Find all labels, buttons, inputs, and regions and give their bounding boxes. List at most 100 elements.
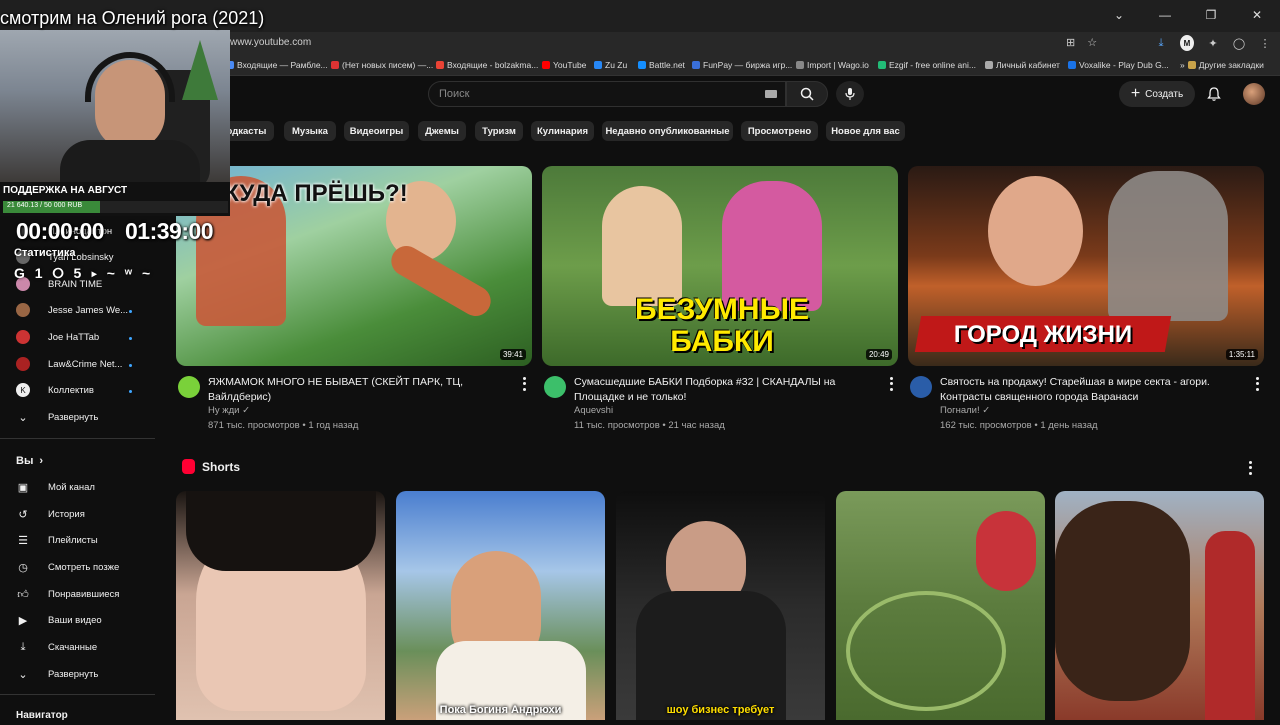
minimize-icon[interactable]: —: [1142, 0, 1188, 30]
video-more-icon[interactable]: [520, 376, 528, 392]
short-thumbnail[interactable]: шоу бизнес требует: [616, 491, 825, 720]
sidebar-item-downloads[interactable]: ⤓ Скачанные: [16, 637, 98, 657]
sidebar-item-history[interactable]: ↺ История: [16, 504, 84, 524]
video-thumbnail[interactable]: ГОРОД ЖИЗНИ 1:35:11: [908, 166, 1264, 366]
new-content-dot: [129, 390, 132, 393]
short-thumbnail[interactable]: [176, 491, 385, 720]
profile-m-icon[interactable]: M: [1180, 35, 1194, 51]
channel-name[interactable]: Погнали! ✓: [940, 405, 990, 416]
voice-search-button[interactable]: [836, 81, 864, 107]
bookmark[interactable]: Zu Zu: [594, 60, 627, 70]
chip[interactable]: Недавно опубликованные: [602, 121, 733, 141]
sidebar-item-your-videos[interactable]: ▶ Ваши видео: [16, 610, 102, 630]
sidebar-item-liked[interactable]: 👍︎ Понравившиеся: [16, 584, 119, 604]
chip[interactable]: Просмотрено: [741, 121, 818, 141]
chip[interactable]: Кулинария: [531, 121, 594, 141]
sidebar-expand-subscriptions[interactable]: ⌄ Развернуть: [16, 407, 98, 427]
channel-name[interactable]: Ну жди ✓: [208, 405, 250, 416]
video-title[interactable]: ЯЖМАМОК МНОГО НЕ БЫВАЕТ (СКЕЙТ ПАРК, ТЦ,…: [208, 375, 508, 405]
sidebar-divider: [0, 694, 155, 695]
sidebar-item-playlists[interactable]: ☰ Плейлисты: [16, 530, 98, 550]
bookmark[interactable]: Входящие - bolzakma...: [436, 60, 538, 70]
short-caption: Пока Богиня Андрюхи: [439, 704, 562, 716]
sidebar-you-header[interactable]: Вы ›: [16, 451, 43, 471]
shorts-icon: [182, 459, 195, 474]
video-meta: 11 тыс. просмотров • 21 час назад: [574, 420, 725, 431]
channel-avatar[interactable]: [544, 376, 566, 398]
search-input[interactable]: Поиск: [428, 81, 786, 107]
thumbs-up-icon: 👍︎: [17, 588, 29, 601]
video-meta: 162 тыс. просмотров • 1 день назад: [940, 420, 1098, 431]
bookmark[interactable]: Voxalike - Play Dub G...: [1068, 60, 1169, 70]
sidebar-subscription[interactable]: Jesse James We...: [16, 300, 128, 320]
channel-avatar[interactable]: [178, 376, 200, 398]
bookmark[interactable]: (Нет новых писем) —...: [331, 60, 433, 70]
sidebar-subscription[interactable]: Law&Crime Net...: [16, 354, 122, 374]
video-more-icon[interactable]: [887, 376, 895, 392]
chip[interactable]: Музыка: [284, 121, 336, 141]
chip[interactable]: Видеоигры: [344, 121, 409, 141]
thumbnail-figure: [988, 176, 1083, 286]
channel-name[interactable]: Aquevshi: [574, 405, 613, 416]
video-icon: ▶: [18, 614, 28, 627]
bookmark[interactable]: Battle.net: [638, 60, 685, 70]
profile-icon[interactable]: ◯: [1232, 35, 1246, 51]
bookmark[interactable]: Ezgif - free online ani...: [878, 60, 976, 70]
microphone-icon: [845, 88, 855, 100]
video-title[interactable]: Святость на продажу! Старейшая в мире се…: [940, 375, 1240, 405]
video-more-icon[interactable]: [1253, 376, 1261, 392]
video-thumbnail[interactable]: БЕЗУМНЫЕ БАБКИ 20:49: [542, 166, 898, 366]
url-field[interactable]: www.youtube.com: [230, 37, 311, 48]
video-title[interactable]: Сумасшедшие БАБКИ Подборка #32 | СКАНДАЛ…: [574, 375, 874, 405]
sidebar-subscription[interactable]: Joe HaTTab: [16, 327, 99, 347]
bookmark[interactable]: Входящие — Рамбле...: [226, 60, 328, 70]
search-icon: [800, 87, 814, 101]
bookmark-star-icon[interactable]: ☆: [1087, 36, 1097, 49]
bookmark[interactable]: Личный кабинет: [985, 60, 1060, 70]
chip[interactable]: Джемы: [418, 121, 466, 141]
video-duration: 20:49: [865, 349, 892, 360]
extensions-icon[interactable]: ✦: [1206, 35, 1220, 51]
new-content-dot: [129, 337, 132, 340]
short-thumbnail[interactable]: [836, 491, 1045, 720]
video-duration: 39:41: [499, 349, 526, 360]
create-button[interactable]: + Создать: [1119, 81, 1195, 107]
short-thumbnail[interactable]: [1055, 491, 1264, 720]
youtube-icon: [542, 61, 550, 69]
download-icon[interactable]: ⤓: [1154, 35, 1168, 51]
menu-icon[interactable]: ⋮: [1258, 35, 1272, 51]
user-avatar[interactable]: [1243, 83, 1265, 105]
chip[interactable]: Туризм: [475, 121, 523, 141]
install-app-icon[interactable]: ⊞: [1066, 36, 1075, 49]
chip[interactable]: Новое для вас: [826, 121, 905, 141]
chevron-down-icon: ⌄: [18, 668, 28, 681]
shorts-more-icon[interactable]: [1246, 460, 1254, 476]
notifications-bell-icon[interactable]: [1206, 86, 1222, 102]
window-controls: ⌄ — ❐ ✕: [1096, 0, 1280, 30]
tab-search-icon[interactable]: ⌄: [1096, 0, 1142, 30]
bookmark[interactable]: FunPay — биржа игр...: [692, 60, 792, 70]
shorts-section-title: Shorts: [202, 460, 241, 474]
channel-avatar: [16, 303, 30, 317]
webcam-headphones: [85, 52, 175, 102]
sidebar-item-my-channel[interactable]: ▣ Мой канал: [16, 477, 95, 497]
keyboard-icon[interactable]: [765, 90, 777, 98]
thumbnail-caption: БЕЗУМНЫЕ БАБКИ: [635, 293, 809, 358]
webcam-body: [60, 140, 200, 182]
close-icon[interactable]: ✕: [1234, 0, 1280, 30]
other-bookmarks[interactable]: » Другие закладки: [1180, 60, 1264, 70]
sidebar-subscription[interactable]: K Коллектив: [16, 380, 94, 400]
restore-icon[interactable]: ❐: [1188, 0, 1234, 30]
channel-avatar[interactable]: [910, 376, 932, 398]
short-thumbnail[interactable]: Пока Богиня Андрюхи: [396, 491, 605, 720]
sidebar-expand-you[interactable]: ⌄ Развернуть: [16, 664, 98, 684]
stats-row: G 1 ⭘ 5 ‣ ~ ʷ ~: [14, 265, 154, 281]
voxalike-icon: [1068, 61, 1076, 69]
search-button[interactable]: [786, 81, 828, 107]
bookmark[interactable]: YouTube: [542, 60, 586, 70]
short-caption: шоу бизнес требует: [666, 704, 775, 716]
webcam-tree: [182, 40, 218, 100]
bookmark[interactable]: Import | Wago.io: [796, 60, 869, 70]
stream-title: смотрим на Олений рога (2021): [0, 8, 265, 28]
sidebar-item-watch-later[interactable]: ◷ Смотреть позже: [16, 557, 119, 577]
